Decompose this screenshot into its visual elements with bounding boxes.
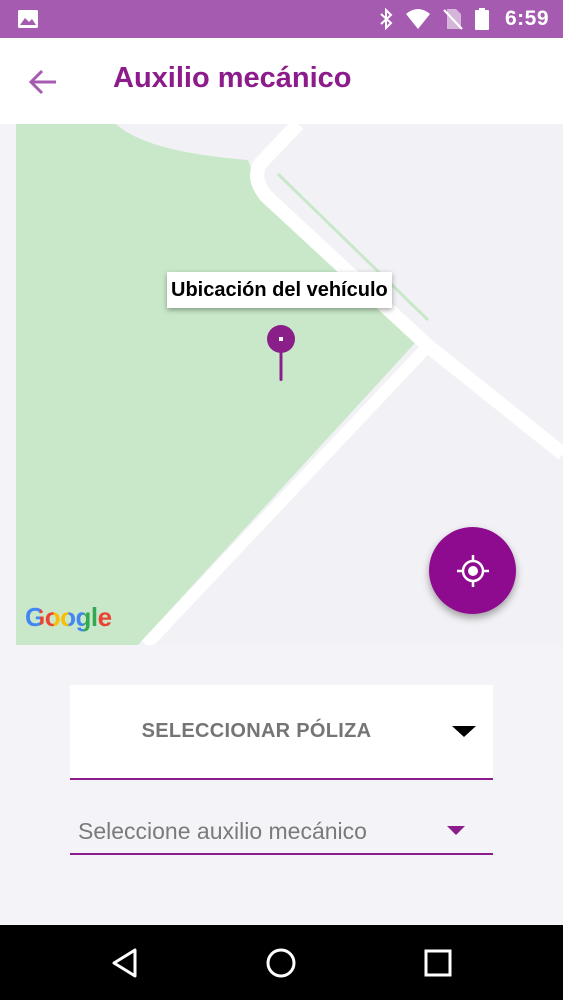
system-nav-bar <box>0 925 563 1000</box>
dropdown-arrow-icon <box>447 826 465 835</box>
marker-label: Ubicación del vehículo <box>167 272 392 308</box>
assistance-select-placeholder: Seleccione auxilio mecánico <box>78 818 367 844</box>
app-bar: Auxilio mecánico <box>0 38 563 124</box>
status-icons: 6:59 <box>367 0 549 38</box>
back-triangle-icon[interactable] <box>105 943 145 983</box>
google-attribution: Google <box>25 602 112 633</box>
image-icon <box>18 10 38 28</box>
page-title: Auxilio mecánico <box>113 62 352 94</box>
map-pin-icon[interactable] <box>266 325 296 383</box>
battery-icon <box>474 8 489 30</box>
recents-square-icon[interactable] <box>418 943 458 983</box>
assistance-select[interactable]: Seleccione auxilio mecánico <box>70 806 493 855</box>
google-attribution-text: Google <box>25 602 112 632</box>
bluetooth-icon <box>380 8 393 30</box>
status-time: 6:59 <box>504 7 549 30</box>
status-bar: 6:59 <box>0 0 563 38</box>
no-sim-icon <box>443 9 463 30</box>
wifi-icon <box>405 9 430 29</box>
home-circle-icon[interactable] <box>261 943 301 983</box>
policy-select-label: SELECCIONAR PÓLIZA <box>141 720 372 742</box>
dropdown-arrow-icon <box>452 726 476 737</box>
arrow-back-icon[interactable] <box>22 60 66 104</box>
my-location-icon <box>456 554 489 587</box>
policy-select[interactable]: SELECCIONAR PÓLIZA <box>70 685 493 780</box>
screen: 6:59 Auxilio mecánico Ubicación del vehí… <box>0 0 563 1000</box>
my-location-button[interactable] <box>429 527 516 614</box>
